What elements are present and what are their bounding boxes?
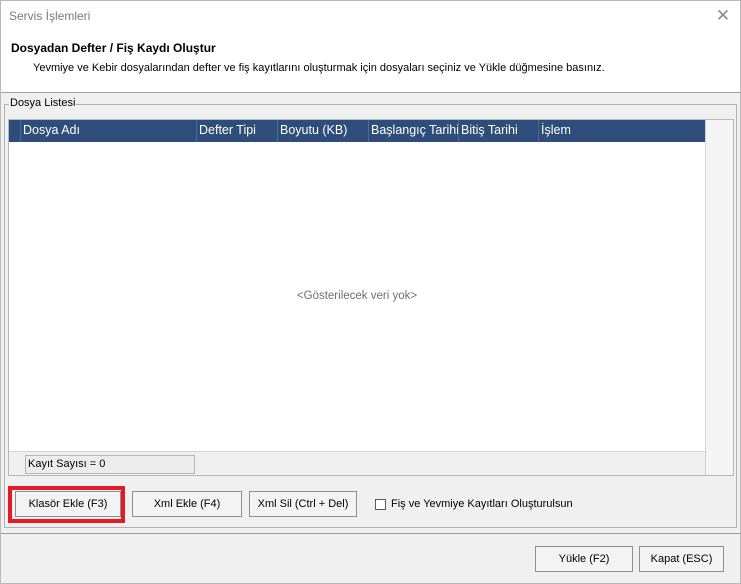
window-title: Servis İşlemleri: [9, 9, 91, 23]
grid-side-panel: [705, 120, 733, 475]
grid-footer: Kayıt Sayısı = 0: [9, 451, 705, 475]
column-header-size[interactable]: Boyutu (KB): [278, 120, 369, 142]
close-icon[interactable]: ✕: [712, 5, 734, 27]
delete-xml-button[interactable]: Xml Sil (Ctrl + Del): [249, 491, 357, 517]
column-header-file-name[interactable]: Dosya Adı: [21, 120, 197, 142]
column-header-operation[interactable]: İşlem: [539, 120, 705, 142]
create-records-option[interactable]: Fiş ve Yevmiye Kayıtları Oluşturulsun: [375, 496, 573, 512]
add-xml-button[interactable]: Xml Ekle (F4): [132, 491, 242, 517]
grid-header: Dosya Adı Defter Tipi Boyutu (KB) Başlan…: [9, 120, 705, 142]
file-list-grid[interactable]: Dosya Adı Defter Tipi Boyutu (KB) Başlan…: [8, 119, 734, 476]
create-records-checkbox[interactable]: [375, 498, 386, 510]
close-button[interactable]: Kapat (ESC): [639, 546, 724, 572]
add-folder-highlight: [8, 486, 125, 523]
column-header-end-date[interactable]: Bitiş Tarihi: [459, 120, 539, 142]
service-operations-window: Servis İşlemleri ✕ Dosyadan Defter / Fiş…: [0, 0, 741, 584]
create-records-label: Fiş ve Yevmiye Kayıtları Oluşturulsun: [391, 498, 573, 510]
footer-separator: [1, 533, 740, 534]
header-panel: Dosyadan Defter / Fiş Kaydı Oluştur Yevm…: [1, 31, 740, 93]
title-bar: Servis İşlemleri ✕: [1, 1, 740, 31]
row-indicator-header: [9, 120, 21, 142]
record-count: Kayıt Sayısı = 0: [25, 455, 195, 474]
column-header-ledger-type[interactable]: Defter Tipi: [197, 120, 278, 142]
empty-grid-message: <Gösterilecek veri yok>: [296, 290, 418, 302]
load-button[interactable]: Yükle (F2): [535, 546, 633, 572]
column-header-start-date[interactable]: Başlangıç Tarihi: [369, 120, 459, 142]
header-title: Dosyadan Defter / Fiş Kaydı Oluştur: [11, 41, 216, 55]
file-list-group-label: Dosya Listesi: [9, 97, 77, 109]
header-description: Yevmiye ve Kebir dosyalarından defter ve…: [33, 62, 605, 74]
